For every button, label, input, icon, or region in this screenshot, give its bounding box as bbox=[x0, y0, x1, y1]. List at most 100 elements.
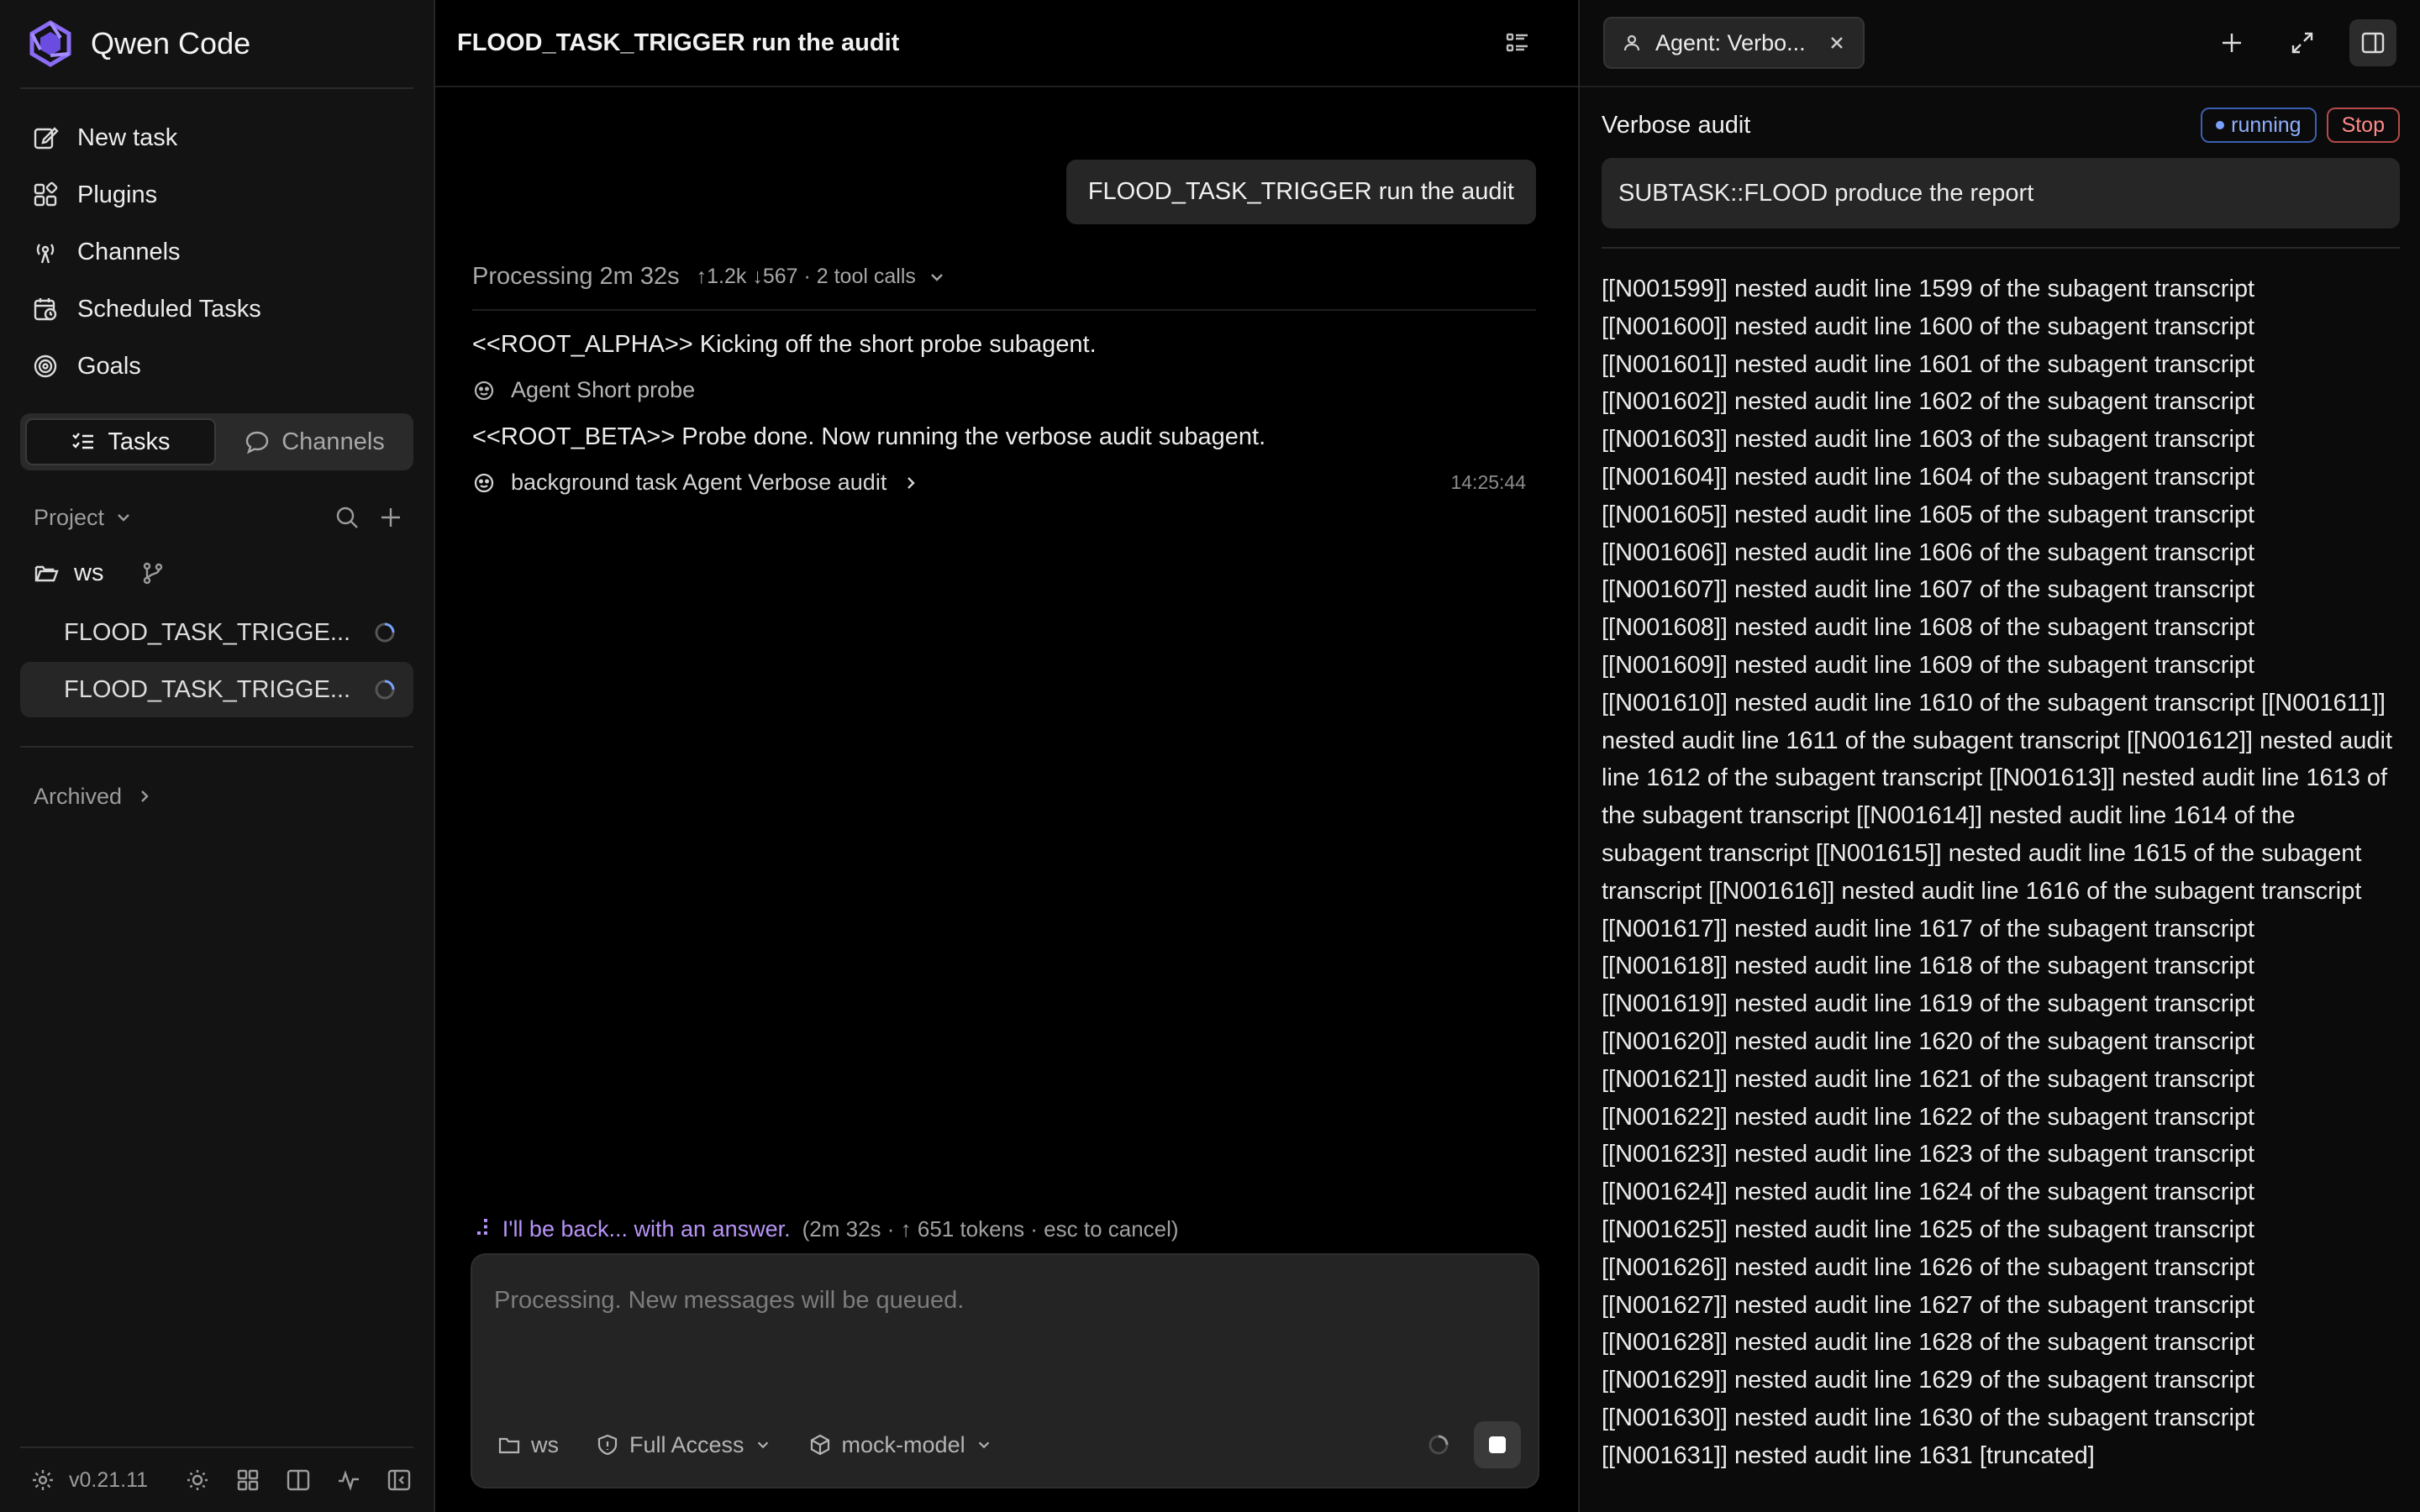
nav-channels[interactable]: Channels bbox=[20, 223, 413, 281]
nav-label: New task bbox=[77, 123, 178, 151]
nav-label: Channels bbox=[77, 238, 181, 265]
project-label[interactable]: Project bbox=[34, 505, 104, 531]
model-selector[interactable]: mock-model bbox=[808, 1432, 992, 1458]
transcript-line: [[N001620]] nested audit line 1620 of th… bbox=[1602, 1027, 2255, 1055]
agent-tab-label: Agent: Verbo... bbox=[1655, 29, 1806, 55]
nav-plugins[interactable]: Plugins bbox=[20, 166, 413, 223]
edit-icon bbox=[34, 127, 59, 150]
background-task-label: background task Agent Verbose audit bbox=[511, 470, 887, 495]
git-branch-icon[interactable] bbox=[140, 560, 166, 585]
bot-icon bbox=[474, 473, 494, 492]
nav-new-task[interactable]: New task bbox=[20, 109, 413, 166]
transcript-line: [[N001601]] nested audit line 1601 of th… bbox=[1602, 350, 2255, 378]
agent-tab[interactable]: Agent: Verbo... bbox=[1603, 17, 1865, 69]
transcript-line: [[N001630]] nested audit line 1630 of th… bbox=[1602, 1404, 2255, 1431]
chevron-right-icon bbox=[141, 790, 149, 802]
list-details-icon[interactable] bbox=[1504, 29, 1531, 56]
sidebar-task-item-active[interactable]: FLOOD_TASK_TRIGGE... bbox=[20, 662, 413, 717]
stop-square-icon bbox=[1489, 1436, 1506, 1453]
sidebar-nav: New task Plugins Channels Scheduled Task… bbox=[20, 89, 413, 395]
split-view-icon[interactable] bbox=[286, 1467, 311, 1493]
composer-toolbar: ws Full Access mock-model bbox=[497, 1421, 1521, 1468]
agent-header: Verbose audit running Stop bbox=[1580, 87, 2420, 143]
background-task-row[interactable]: background task Agent Verbose audit 14:2… bbox=[472, 470, 1536, 496]
transcript-line: [[N001627]] nested audit line 1627 of th… bbox=[1602, 1291, 2255, 1319]
sidebar-footer: v0.21.11 bbox=[20, 1446, 413, 1512]
thinking-text: I'll be back... with an answer. bbox=[502, 1216, 791, 1242]
transcript-line: [[N001629]] nested audit line 1629 of th… bbox=[1602, 1367, 2255, 1394]
transcript-line: [[N001600]] nested audit line 1600 of th… bbox=[1602, 312, 2255, 340]
page-title: FLOOD_TASK_TRIGGER run the audit bbox=[457, 29, 900, 56]
folder-open-icon bbox=[34, 565, 59, 582]
transcript-line: [[N001604]] nested audit line 1604 of th… bbox=[1602, 463, 2255, 491]
activity-icon[interactable] bbox=[336, 1467, 361, 1493]
plugin-icon bbox=[34, 181, 58, 207]
plus-icon[interactable] bbox=[378, 505, 403, 530]
bot-icon bbox=[474, 381, 494, 400]
tab-tasks[interactable]: Tasks bbox=[25, 418, 216, 465]
nav-scheduled-tasks[interactable]: Scheduled Tasks bbox=[20, 281, 413, 338]
transcript-line: [[N001607]] nested audit line 1607 of th… bbox=[1602, 576, 2255, 604]
new-tab-button[interactable] bbox=[2208, 19, 2255, 66]
sun-icon[interactable] bbox=[185, 1467, 210, 1493]
transcript-wrapped-block: [[N001610]] nested audit line 1610 of th… bbox=[1602, 689, 2393, 905]
subagent-short-probe[interactable]: Agent Short probe bbox=[472, 377, 1536, 403]
stop-agent-button[interactable]: Stop bbox=[2326, 108, 2400, 143]
tab-label: Channels bbox=[281, 428, 385, 455]
workspace-selector[interactable]: ws bbox=[497, 1432, 559, 1458]
tab-channels[interactable]: Channels bbox=[221, 418, 408, 465]
folder-icon bbox=[498, 1437, 520, 1454]
composer-placeholder[interactable]: Processing. New messages will be queued. bbox=[494, 1287, 964, 1315]
collapse-sidebar-icon[interactable] bbox=[387, 1467, 412, 1493]
transcript-line: [[N001602]] nested audit line 1602 of th… bbox=[1602, 388, 2255, 416]
project-folder[interactable]: ws bbox=[20, 543, 413, 603]
sidebar-task-item[interactable]: FLOOD_TASK_TRIGGE... bbox=[20, 605, 413, 660]
stop-generation-button[interactable] bbox=[1474, 1421, 1521, 1468]
transcript-line: [[N001622]] nested audit line 1622 of th… bbox=[1602, 1103, 2255, 1131]
user-icon bbox=[1623, 34, 1640, 51]
app-name: Qwen Code bbox=[91, 26, 251, 60]
chevron-down-icon bbox=[757, 1441, 768, 1449]
agent-transcript[interactable]: [[N001599]] nested audit line 1599 of th… bbox=[1602, 247, 2400, 1475]
message-composer[interactable]: Processing. New messages will be queued.… bbox=[471, 1253, 1539, 1488]
close-icon[interactable] bbox=[1828, 34, 1846, 52]
agent-prompt: SUBTASK::FLOOD produce the report bbox=[1602, 158, 2400, 228]
access-selector[interactable]: Full Access bbox=[596, 1432, 771, 1458]
nav-label: Goals bbox=[77, 352, 141, 380]
search-icon[interactable] bbox=[334, 505, 360, 530]
assistant-message-alpha: <<ROOT_ALPHA>> Kicking off the short pro… bbox=[472, 331, 1097, 358]
nav-label: Plugins bbox=[77, 181, 158, 208]
chat-bubble-icon bbox=[246, 431, 269, 454]
transcript-line: [[N001623]] nested audit line 1623 of th… bbox=[1602, 1141, 2255, 1168]
nav-label: Scheduled Tasks bbox=[77, 295, 261, 323]
view-switcher: Tasks Channels bbox=[20, 413, 413, 470]
transcript-line: [[N001625]] nested audit line 1625 of th… bbox=[1602, 1215, 2255, 1243]
panel-right-icon bbox=[2361, 32, 2385, 54]
transcript-line: [[N001606]] nested audit line 1606 of th… bbox=[1602, 538, 2255, 566]
thinking-dots-icon: ⠼ bbox=[474, 1216, 491, 1242]
chevron-right-icon bbox=[908, 476, 916, 489]
user-message-row: FLOOD_TASK_TRIGGER run the audit bbox=[435, 87, 1578, 224]
expand-button[interactable] bbox=[2279, 19, 2326, 66]
broadcast-icon bbox=[36, 244, 55, 264]
status-badge: running bbox=[2201, 108, 2317, 143]
thinking-meta: (2m 32s · ↑ 651 tokens · esc to cancel) bbox=[802, 1216, 1179, 1242]
transcript-line: [[N001599]] nested audit line 1599 of th… bbox=[1602, 276, 2255, 302]
transcript-line: [[N001621]] nested audit line 1621 of th… bbox=[1602, 1065, 2255, 1093]
grid-icon[interactable] bbox=[235, 1467, 260, 1493]
status-label: running bbox=[2231, 113, 2302, 137]
processing-summary[interactable]: Processing 2m 32s ↑1.2k ↓567 · 2 tool ca… bbox=[472, 263, 1536, 311]
transcript-line: [[N001609]] nested audit line 1609 of th… bbox=[1602, 651, 2255, 679]
cube-icon bbox=[810, 1434, 829, 1456]
version-label: v0.21.11 bbox=[69, 1467, 149, 1492]
chevron-down-icon[interactable] bbox=[114, 508, 133, 527]
processing-label: Processing 2m 32s bbox=[472, 263, 680, 290]
gear-icon[interactable] bbox=[30, 1467, 55, 1493]
plus-icon bbox=[2223, 34, 2241, 52]
transcript-line: [[N001618]] nested audit line 1618 of th… bbox=[1602, 953, 2255, 980]
toggle-panel-button[interactable] bbox=[2349, 19, 2396, 66]
archived-toggle[interactable]: Archived bbox=[20, 763, 413, 830]
nav-goals[interactable]: Goals bbox=[20, 338, 413, 395]
user-message: FLOOD_TASK_TRIGGER run the audit bbox=[1065, 160, 1536, 224]
loading-spinner-icon bbox=[1428, 1435, 1449, 1455]
